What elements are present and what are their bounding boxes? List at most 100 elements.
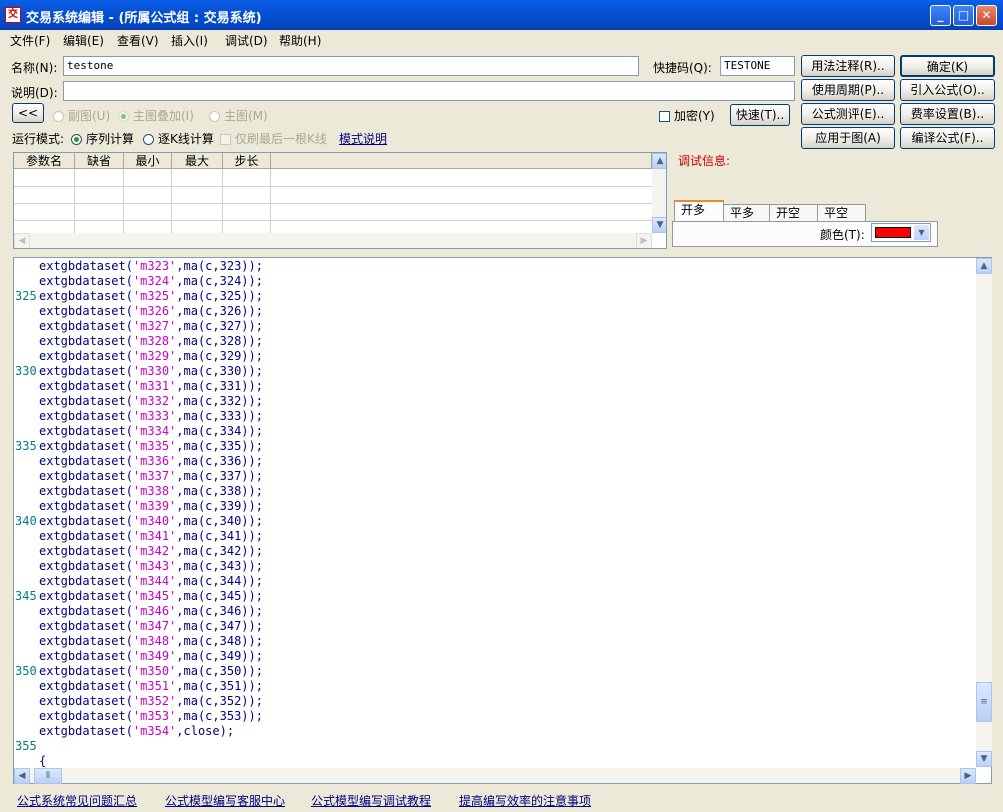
scroll-up-icon[interactable]: ▲ [652, 153, 666, 169]
scroll-left-icon[interactable]: ◀ [14, 233, 30, 248]
grid-line [270, 169, 271, 233]
scroll-down-icon[interactable]: ▼ [652, 217, 666, 233]
code-text: extgbdataset('m353',ma(c,353)); [39, 709, 263, 724]
apply-to-chart-button[interactable]: 应用于图(A) [801, 127, 895, 149]
code-fragment: ,ma(c,344)); [176, 574, 263, 588]
code-fragment: ,ma(c,325)); [176, 289, 263, 303]
code-string: 'm324' [132, 274, 177, 288]
close-button[interactable]: ✕ [976, 5, 997, 26]
code-fragment: ,ma(c,342)); [176, 544, 263, 558]
table-vertical-scrollbar[interactable]: ▲ ▼ [652, 153, 666, 233]
import-formula-button[interactable]: 引入公式(O).. [900, 79, 995, 101]
code-string: 'm336' [132, 454, 177, 468]
last-bar-only-checkbox[interactable]: 仅刷最后一根K线 [220, 130, 327, 147]
column-header[interactable]: 最大 [172, 153, 223, 169]
column-header-filler [271, 153, 652, 169]
footer-link-support[interactable]: 公式模型编写客服中心 [165, 792, 285, 809]
code-text: extgbdataset('m335',ma(c,335)); [39, 439, 263, 454]
menu-view[interactable]: 查看(V) [117, 32, 159, 49]
chevron-down-icon[interactable]: ▼ [914, 225, 929, 240]
fast-button[interactable]: 快速(T).. [730, 104, 790, 126]
radio-per-bar-calc[interactable]: 逐K线计算 [143, 130, 214, 147]
code-fragment: extgbdataset( [39, 499, 133, 513]
scroll-right-icon[interactable]: ▶ [960, 768, 976, 784]
code-text: extgbdataset('m329',ma(c,329)); [39, 349, 263, 364]
tab-close-short[interactable]: 平空 [817, 204, 866, 222]
encrypt-checkbox[interactable]: 加密(Y) [659, 107, 715, 124]
radio-main-overlay[interactable]: 主图叠加(I) [118, 107, 194, 124]
code-fragment: ,ma(c,347)); [176, 619, 263, 633]
tab-open-long[interactable]: 开多 [674, 200, 724, 223]
code-text: extgbdataset('m332',ma(c,332)); [39, 394, 263, 409]
code-text: extgbdataset('m331',ma(c,331)); [39, 379, 263, 394]
table-horizontal-scrollbar[interactable]: ◀ ▶ [14, 233, 652, 248]
scroll-right-icon[interactable]: ▶ [636, 233, 652, 248]
menu-insert[interactable]: 插入(I) [171, 32, 208, 49]
code-text: extgbdataset('m325',ma(c,325)); [39, 289, 263, 304]
code-string: 'm338' [132, 484, 177, 498]
formula-evaluation-button[interactable]: 公式测评(E).. [801, 103, 895, 125]
code-string: 'm328' [132, 334, 177, 348]
scroll-down-icon[interactable]: ▼ [976, 751, 992, 767]
usage-period-button[interactable]: 使用周期(P).. [801, 79, 895, 101]
radio-off-icon [143, 134, 154, 145]
code-string: 'm344' [132, 574, 177, 588]
color-select[interactable]: ▼ [871, 223, 931, 242]
code-editor[interactable]: extgbdataset('m323',ma(c,323)); extgbdata… [13, 257, 992, 784]
editor-horizontal-scrollbar[interactable]: ◀ ⦀ ▶ [14, 768, 976, 784]
fee-settings-button[interactable]: 费率设置(B).. [900, 103, 995, 125]
column-header[interactable]: 最小 [124, 153, 172, 169]
code-string: 'm327' [132, 319, 177, 333]
menu-file[interactable]: 文件(F) [10, 32, 50, 49]
code-fragment: ,ma(c,345)); [176, 589, 263, 603]
maximize-button[interactable]: □ [953, 5, 974, 26]
compile-formula-button[interactable]: 编译公式(F).. [900, 127, 995, 149]
tab-close-long[interactable]: 平多 [723, 204, 770, 222]
scroll-thumb[interactable]: ≡ [976, 682, 992, 722]
column-header[interactable]: 参数名 [14, 153, 75, 169]
radio-per-bar-calc-label: 逐K线计算 [158, 132, 214, 146]
footer-link-tips[interactable]: 提高编写效率的注意事项 [459, 792, 591, 809]
column-header[interactable]: 缺省 [75, 153, 124, 169]
code-text: extgbdataset('m324',ma(c,324)); [39, 274, 263, 289]
radio-sub-chart[interactable]: 副图(U) [53, 107, 110, 124]
editor-vertical-scrollbar[interactable]: ▲ ≡ ▼ [976, 258, 992, 767]
code-fragment: extgbdataset( [39, 439, 133, 453]
description-input[interactable] [63, 81, 795, 101]
column-header[interactable]: 步长 [223, 153, 271, 169]
code-fragment: ,ma(c,327)); [176, 319, 263, 333]
code-text: extgbdataset('m348',ma(c,348)); [39, 634, 263, 649]
minimize-button[interactable]: _ [930, 5, 951, 26]
code-fragment: ,ma(c,341)); [176, 529, 263, 543]
code-text: extgbdataset('m350',ma(c,350)); [39, 664, 263, 679]
menu-debug[interactable]: 调试(D) [225, 32, 268, 49]
parameter-table[interactable]: 参数名 缺省 最小 最大 步长 ▲ ▼ ◀ ▶ [13, 152, 667, 249]
grid-line [14, 220, 652, 221]
footer-link-faq[interactable]: 公式系统常见问题汇总 [17, 792, 137, 809]
scroll-up-icon[interactable]: ▲ [976, 258, 992, 274]
code-fragment: extgbdataset( [39, 484, 133, 498]
radio-main-chart[interactable]: 主图(M) [209, 107, 268, 124]
menu-help[interactable]: 帮助(H) [279, 32, 321, 49]
code-fragment: extgbdataset( [39, 664, 133, 678]
usage-notes-button[interactable]: 用法注释(R).. [801, 55, 895, 77]
tab-open-short[interactable]: 开空 [769, 204, 818, 222]
collapse-button[interactable]: << [12, 103, 44, 123]
grid-line [74, 169, 75, 233]
scroll-left-icon[interactable]: ◀ [14, 768, 30, 784]
code-string: 'm343' [132, 559, 177, 573]
mode-help-link[interactable]: 模式说明 [339, 130, 387, 147]
code-string: 'm349' [132, 649, 177, 663]
code-string: 'm339' [132, 499, 177, 513]
menu-edit[interactable]: 编辑(E) [63, 32, 104, 49]
footer-link-tutorial[interactable]: 公式模型编写调试教程 [311, 792, 431, 809]
code-fragment: ,ma(c,324)); [176, 274, 263, 288]
scroll-thumb[interactable]: ⦀ [34, 768, 62, 784]
ok-button[interactable]: 确定(K) [900, 55, 995, 77]
name-input[interactable]: testone [63, 56, 639, 76]
code-fragment: ,close); [176, 724, 235, 738]
shortcut-input[interactable]: TESTONE [720, 56, 795, 76]
code-text: extgbdataset('m337',ma(c,337)); [39, 469, 263, 484]
code-fragment: extgbdataset( [39, 514, 133, 528]
radio-sequence-calc[interactable]: 序列计算 [71, 130, 134, 147]
